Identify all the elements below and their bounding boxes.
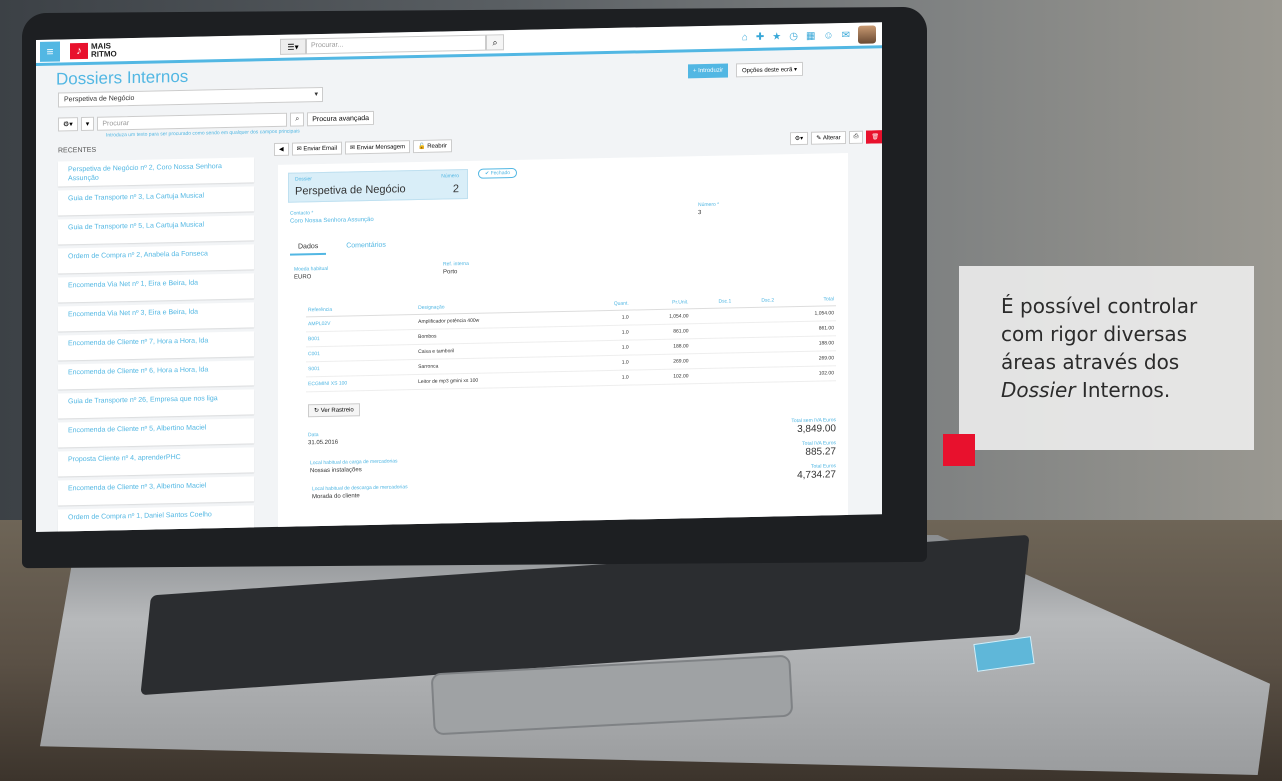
filter-hint: Introduza um texto para ser procurado co… bbox=[106, 128, 300, 139]
clock-icon[interactable]: ◷ bbox=[789, 31, 798, 42]
data-field: Data 31.05.2016 bbox=[308, 432, 339, 447]
filter-dropdown-button[interactable]: ▾ bbox=[80, 116, 95, 132]
delete-icon[interactable]: 🗑 bbox=[866, 130, 882, 144]
action-bar: ◀ ✉ Enviar Email ✉ Enviar Mensagem 🔓 Rea… bbox=[274, 130, 882, 157]
red-accent-square bbox=[943, 434, 975, 466]
send-email-button[interactable]: ✉ Enviar Email bbox=[291, 141, 343, 156]
record-panel: Dossier Perspetiva de Negócio Número 2 ✔… bbox=[278, 152, 848, 532]
introduzir-button[interactable]: + Introduzir bbox=[688, 63, 729, 79]
numero-value: 2 bbox=[452, 183, 459, 196]
recent-item[interactable]: Encomenda de Cliente nº 5, Albertino Mac… bbox=[58, 418, 254, 448]
recent-item[interactable]: Ordem de Compra nº 2, Anabela da Fonseca bbox=[58, 244, 254, 274]
tab-comentarios[interactable]: Comentários bbox=[338, 239, 394, 255]
contacto-field: Contacto * Coro Nossa Senhora Assunção bbox=[290, 210, 374, 225]
local-descarga-field: Local habitual de descarga de mercadoria… bbox=[312, 484, 408, 501]
numero2-field: Número * 3 bbox=[698, 201, 720, 217]
dossier-type-value: Perspetiva de Negócio bbox=[64, 94, 135, 104]
total-iva-value: 885.27 bbox=[805, 446, 836, 458]
numero-label: Número bbox=[441, 173, 459, 180]
dossier-value: Perspetiva de Negócio bbox=[295, 183, 406, 198]
status-badge: ✔ Fechado bbox=[478, 167, 518, 179]
plus-icon[interactable]: ✚ bbox=[756, 31, 764, 42]
search-type-dropdown[interactable]: ☰▾ bbox=[280, 38, 306, 55]
laptop-screen: ≡ ♪ MAIS RITMO ☰▾ Procurar... ⌕ ⌂ ✚ ★ ◷ ▦… bbox=[36, 22, 882, 532]
tab-dados[interactable]: Dados bbox=[290, 239, 327, 256]
chat-icon[interactable]: ✉ bbox=[842, 29, 850, 40]
send-message-button[interactable]: ✉ Enviar Mensagem bbox=[345, 140, 411, 155]
reopen-button[interactable]: 🔓 Reabrir bbox=[413, 139, 452, 154]
filter-options-button[interactable]: ⚙▾ bbox=[58, 117, 78, 132]
recent-item[interactable]: Encomenda de Cliente nº 3, Albertino Mac… bbox=[58, 476, 254, 506]
recent-item[interactable]: Perspetiva de Negócio nº 2, Coro Nossa S… bbox=[58, 157, 254, 187]
recent-list: Perspetiva de Negócio nº 2, Coro Nossa S… bbox=[58, 157, 278, 532]
recent-item[interactable]: Ordem de Compra nº 1, Daniel Santos Coel… bbox=[58, 505, 254, 532]
recent-item[interactable]: Encomenda Via Net nº 3, Eira e Beira, ld… bbox=[58, 302, 254, 332]
options-button[interactable]: Opções deste ecrã ▾ bbox=[736, 61, 804, 78]
local-carga-field: Local habitual da carga de mercadorias N… bbox=[310, 458, 398, 475]
settings-button[interactable]: ⚙▾ bbox=[789, 131, 809, 146]
global-search: ☰▾ Procurar... ⌕ bbox=[280, 34, 504, 55]
filter-row: ⚙▾ ▾ Procurar ⌕ Procura avançada bbox=[58, 110, 375, 132]
dossier-box: Dossier Perspetiva de Negócio Número 2 bbox=[288, 168, 468, 203]
star-icon[interactable]: ★ bbox=[772, 31, 781, 42]
recent-item[interactable]: Proposta Cliente nº 4, aprenderPHC bbox=[58, 447, 254, 477]
recent-item[interactable]: Guia de Transporte nº 5, La Cartuja Musi… bbox=[58, 215, 254, 245]
top-icons: ⌂ ✚ ★ ◷ ▦ ☺ ✉ bbox=[742, 25, 876, 46]
recent-item[interactable]: Encomenda de Cliente nº 6, Hora a Hora, … bbox=[58, 360, 254, 390]
edit-button[interactable]: ✎ Alterar bbox=[811, 131, 846, 145]
avatar[interactable] bbox=[858, 25, 876, 44]
contacto-link[interactable]: Coro Nossa Senhora Assunção bbox=[290, 217, 374, 225]
users-icon[interactable]: ☺ bbox=[823, 30, 833, 41]
chevron-down-icon: ▾ bbox=[314, 91, 318, 99]
ver-rastreio-button[interactable]: ↻ Ver Rastreio bbox=[308, 403, 360, 418]
filter-input[interactable]: Procurar bbox=[97, 112, 288, 131]
total-value: 4,734.27 bbox=[797, 469, 836, 482]
print-icon[interactable]: ⎙ bbox=[848, 130, 864, 144]
dossier-label: Dossier bbox=[295, 176, 312, 183]
back-button[interactable]: ◀ bbox=[274, 142, 289, 157]
logo-icon[interactable]: ♪ bbox=[70, 42, 88, 59]
recent-item[interactable]: Guia de Transporte nº 26, Empresa que no… bbox=[58, 389, 254, 419]
total-sem-iva-value: 3,849.00 bbox=[797, 423, 836, 436]
recent-item[interactable]: Encomenda de Cliente nº 7, Hora a Hora, … bbox=[58, 331, 254, 361]
ref-interna-field: Ref. interna Porto bbox=[443, 260, 469, 276]
recent-item[interactable]: Guia de Transporte nº 3, La Cartuja Musi… bbox=[58, 186, 254, 216]
caption-box: É possível controlar com rigor diversas … bbox=[959, 266, 1254, 450]
filter-search-button[interactable]: ⌕ bbox=[290, 112, 305, 127]
recentes-heading: RECENTES bbox=[58, 146, 97, 155]
caption-text: É possível controlar com rigor diversas … bbox=[1001, 294, 1198, 402]
advanced-search-button[interactable]: Procura avançada bbox=[307, 110, 375, 127]
brand-name: MAIS RITMO bbox=[91, 40, 117, 59]
calendar-icon[interactable]: ▦ bbox=[806, 30, 815, 41]
home-icon[interactable]: ⌂ bbox=[742, 32, 748, 43]
totals-panel: Total sem IVA Euros 3,849.00 Total IVA E… bbox=[726, 411, 836, 482]
recent-item[interactable]: Encomenda Via Net nº 1, Eira e Beira, ld… bbox=[58, 273, 254, 303]
dossier-type-select[interactable]: Perspetiva de Negócio ▾ bbox=[58, 86, 323, 108]
search-icon[interactable]: ⌕ bbox=[486, 34, 504, 51]
moeda-field: Moeda habitual EURO bbox=[294, 265, 329, 281]
lines-table: Referência Designação Quant. Pr.Unit. Dsc.… bbox=[306, 293, 836, 392]
global-search-input[interactable]: Procurar... bbox=[306, 34, 486, 55]
menu-icon[interactable]: ≡ bbox=[40, 40, 60, 62]
record-tabs: Dados Comentários bbox=[290, 239, 394, 256]
page-title: Dossiers Internos bbox=[56, 66, 189, 89]
